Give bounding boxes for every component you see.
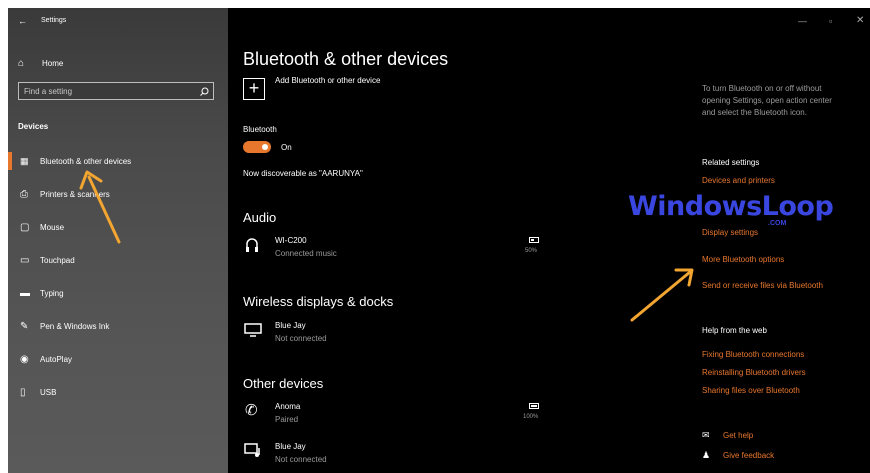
device-name: Blue Jay (275, 321, 306, 330)
mouse-icon: ▢ (20, 222, 30, 233)
battery-icon (529, 403, 539, 409)
sidebar: ← Settings ⌂ Home Find a setting Devices… (8, 8, 228, 473)
help-heading: Help from the web (702, 326, 767, 335)
bluetooth-toggle[interactable] (243, 141, 271, 153)
tip-text-line: To turn Bluetooth on or off without (702, 84, 822, 93)
headphones-icon (246, 238, 258, 252)
discoverable-text: Now discoverable as "AARUNYA" (243, 169, 363, 178)
watermark-sub: .COM (768, 220, 787, 227)
battery-fill (531, 239, 534, 241)
wireless-heading: Wireless displays & docks (243, 294, 394, 309)
link-devices-printers[interactable]: Devices and printers (702, 176, 775, 185)
touchpad-icon: ▭ (20, 255, 30, 266)
annotation-arrow (630, 268, 694, 322)
other-heading: Other devices (243, 376, 324, 391)
get-help-link[interactable]: ✉ Get help (702, 430, 822, 442)
device-status: Not connected (275, 455, 327, 464)
sidebar-item-label: USB (40, 388, 57, 397)
phone-icon: ✆ (245, 402, 258, 419)
search-icon (200, 87, 209, 96)
link-send-receive-files[interactable]: Send or receive files via Bluetooth (702, 281, 823, 290)
audio-heading: Audio (243, 210, 277, 225)
battery-level: 100% (523, 414, 539, 420)
selection-indicator (8, 152, 12, 170)
sidebar-item-label: Mouse (40, 223, 65, 232)
back-arrow-icon[interactable]: ← (18, 16, 27, 26)
other-device[interactable]: Blue Jay Not connected (243, 440, 553, 470)
help-link[interactable]: Fixing Bluetooth connections (702, 350, 804, 359)
settings-window: ← Settings ⌂ Home Find a setting Devices… (8, 8, 870, 473)
watermark-logo: WindowsLoop (628, 191, 834, 222)
related-settings-heading: Related settings (702, 158, 760, 167)
home-icon: ⌂ (18, 58, 25, 69)
sidebar-item-label: Touchpad (40, 256, 75, 265)
page-title: Bluetooth & other devices (243, 49, 449, 69)
close-icon[interactable]: ✕ (856, 15, 864, 26)
bluetooth-devices-icon: ▦ (20, 156, 29, 166)
monitor-icon (244, 323, 262, 337)
window-title: Settings (41, 17, 67, 24)
device-status: Not connected (275, 334, 327, 343)
minimize-icon[interactable]: — (798, 16, 807, 26)
device-name: Blue Jay (275, 442, 306, 451)
sidebar-item-autoplay[interactable]: ◉ AutoPlay (20, 354, 220, 368)
add-device-label: Add Bluetooth or other device (275, 76, 381, 85)
give-feedback-link[interactable]: ♟ Give feedback (702, 450, 822, 462)
get-help-label: Get help (723, 431, 754, 440)
search-placeholder: Find a setting (24, 87, 73, 96)
sidebar-item-label: Bluetooth & other devices (40, 157, 132, 166)
printer-icon: ⎙ (20, 189, 28, 200)
search-input[interactable]: Find a setting (18, 82, 214, 100)
chat-help-icon: ✉ (702, 430, 710, 440)
autoplay-icon: ◉ (20, 354, 29, 365)
sidebar-item-typing[interactable]: ▬ Typing (20, 288, 220, 302)
help-link[interactable]: Sharing files over Bluetooth (702, 386, 800, 395)
sidebar-item-touchpad[interactable]: ▭ Touchpad (20, 255, 220, 269)
sidebar-item-usb[interactable]: ▯ USB (20, 387, 220, 401)
sidebar-item-label: Pen & Windows Ink (40, 322, 110, 331)
tip-text-line: opening Settings, open action center (702, 96, 832, 105)
feedback-icon: ♟ (702, 450, 711, 460)
device-status: Paired (275, 415, 299, 424)
device-status: Connected music (275, 249, 337, 258)
bluetooth-label: Bluetooth (243, 125, 277, 134)
toggle-knob (262, 144, 268, 150)
link-more-bluetooth-options[interactable]: More Bluetooth options (702, 255, 784, 264)
audio-device[interactable]: WI-C200 Connected music 50% (243, 234, 553, 264)
pen-icon: ✎ (20, 321, 29, 332)
sidebar-item-label: Typing (40, 289, 64, 298)
device-name: WI-C200 (275, 236, 307, 245)
wireless-device[interactable]: Blue Jay Not connected (243, 319, 553, 349)
help-link[interactable]: Reinstalling Bluetooth drivers (702, 368, 806, 377)
battery-icon (529, 237, 539, 243)
battery-fill (531, 405, 537, 407)
device-name: Anoma (275, 402, 301, 411)
usb-icon: ▯ (20, 387, 26, 398)
bluetooth-state: On (281, 143, 292, 152)
battery-level: 50% (525, 248, 538, 254)
tip-text-line: and select the Bluetooth icon. (702, 108, 807, 117)
device-audio-icon (244, 443, 260, 457)
section-heading: Devices (18, 122, 49, 131)
home-label: Home (42, 59, 64, 68)
maximize-icon[interactable]: ▫ (829, 16, 832, 26)
sidebar-item-pen[interactable]: ✎ Pen & Windows Ink (20, 321, 220, 335)
add-device-button[interactable]: + (243, 78, 265, 100)
other-device[interactable]: ✆ Anoma Paired 100% (243, 400, 553, 430)
give-feedback-label: Give feedback (723, 451, 775, 460)
link-display-settings[interactable]: Display settings (702, 228, 758, 237)
sidebar-item-label: AutoPlay (40, 355, 73, 364)
keyboard-icon: ▬ (20, 288, 30, 299)
plus-icon: + (248, 78, 260, 98)
annotation-arrow (79, 170, 121, 244)
